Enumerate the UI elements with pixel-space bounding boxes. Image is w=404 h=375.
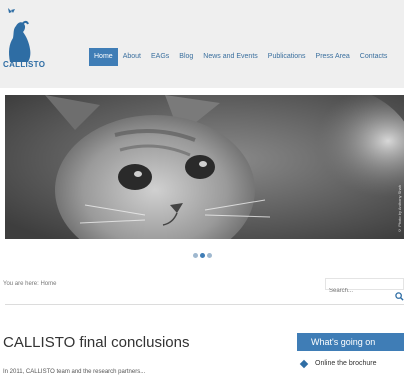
nav-item-publications[interactable]: Publications <box>263 48 311 66</box>
slide-indicators <box>193 253 212 258</box>
nav-item-eags[interactable]: EAGs <box>146 48 174 66</box>
search-input[interactable] <box>326 286 396 296</box>
search-container <box>325 278 404 296</box>
main-nav: Home About EAGs Blog News and Events Publicat… <box>89 48 392 66</box>
brand-name: CALLISTO <box>3 60 46 69</box>
content-divider <box>5 304 404 305</box>
nav-item-press-area[interactable]: Press Area <box>311 48 355 66</box>
page-title: CALLISTO final conclusions <box>3 334 190 351</box>
nav-item-about[interactable]: About <box>118 48 146 66</box>
nav-item-news-and-events[interactable]: News and Events <box>198 48 262 66</box>
breadcrumb: You are here: Home <box>3 281 57 287</box>
slide-dot-active[interactable] <box>200 253 205 258</box>
nav-item-blog[interactable]: Blog <box>174 48 198 66</box>
slide-dot[interactable] <box>193 253 198 258</box>
sidebar-header: What's going on <box>297 333 404 351</box>
sidebar-item[interactable]: Online the brochure <box>297 359 377 368</box>
photo-credit: © Photo by Anthony Shah <box>397 185 402 233</box>
bear-logo-icon <box>8 8 31 62</box>
bullet-icon <box>299 359 309 368</box>
slide-dot[interactable] <box>207 253 212 258</box>
nav-item-contacts[interactable]: Contacts <box>355 48 393 66</box>
hero-slideshow[interactable]: © Photo by Anthony Shah <box>5 95 404 239</box>
sidebar-item-label: Online the brochure <box>315 360 377 367</box>
intro-text: In 2011, CALLISTO team and the research … <box>3 369 146 375</box>
kitten-photo <box>5 95 404 239</box>
site-header: CALLISTO Home About EAGs Blog News and Event… <box>0 0 404 88</box>
nav-item-home[interactable]: Home <box>89 48 118 66</box>
search-icon[interactable] <box>395 292 404 301</box>
